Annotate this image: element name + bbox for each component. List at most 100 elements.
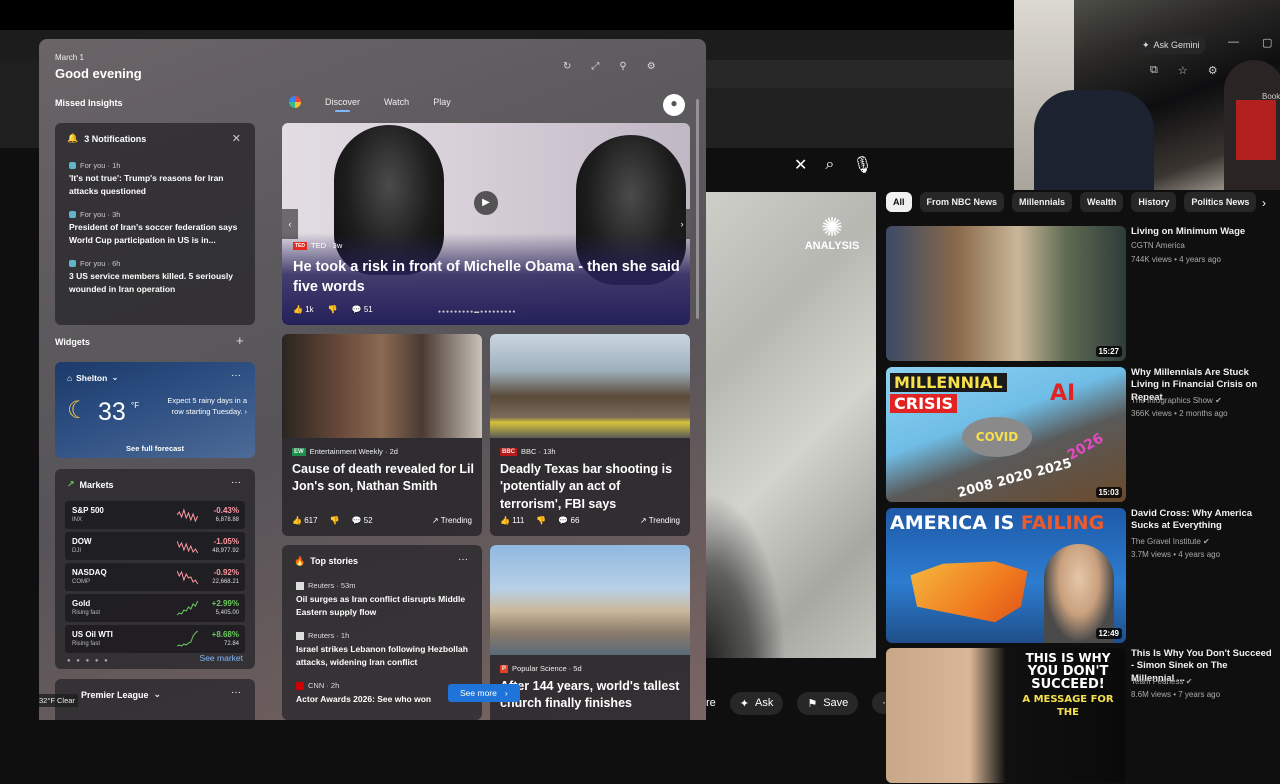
see-market-link[interactable]: See market <box>200 653 243 663</box>
comment-button[interactable]: 💬 51 <box>352 305 373 314</box>
recommended-video[interactable]: 15:27 Living on Minimum Wage CGTN Americ… <box>886 226 1280 362</box>
video-player[interactable]: ✺ ANALYSIS <box>706 192 876 658</box>
bookmark-star-icon[interactable]: ☆ <box>1178 64 1188 77</box>
like-button[interactable]: 👍 617 <box>292 516 318 525</box>
weather-widget[interactable]: ⌂ Shelton ⌄ ··· ☾ 33 °F Expect 5 rainy d… <box>55 362 255 458</box>
recommended-video[interactable]: MILLENNIAL CRISIS AI COVID 2026 2008 202… <box>886 367 1280 503</box>
play-icon[interactable]: ▶ <box>474 191 498 215</box>
market-row[interactable]: S&P 500 INX -0.43% 6,878.88 <box>65 501 245 529</box>
tab-play[interactable]: Play <box>433 97 451 107</box>
trending-icon: ↗ <box>431 516 439 525</box>
recommended-video[interactable]: AMERICA IS FAILING 12:49 David Cross: Wh… <box>886 508 1280 644</box>
top-story-item[interactable]: Reuters · 1h Israel strikes Lebanon foll… <box>296 631 476 669</box>
video-thumbnail[interactable]: THIS IS WHY YOU DON'T SUCCEED! A MESSAGE F… <box>886 648 1126 783</box>
tab-discover[interactable]: Discover <box>325 97 360 112</box>
hero-story-card[interactable]: ▶ ‹ › TED TED · 3w He took a risk in fron… <box>282 123 690 325</box>
notification-item[interactable]: For you · 1h 'It's not true': Trump's re… <box>69 161 247 198</box>
top-story-item[interactable]: Reuters · 53m Oil surges as Iran conflic… <box>296 581 476 619</box>
like-button[interactable]: 👍 111 <box>500 516 524 525</box>
premier-league-widget[interactable]: Premier League ⌄ ··· <box>55 679 255 720</box>
see-more-button[interactable]: See more › <box>448 684 520 702</box>
thumbnail-caption: CRISIS <box>890 394 958 413</box>
tab-watch[interactable]: Watch <box>384 97 409 107</box>
add-widget-icon[interactable]: + <box>236 333 244 348</box>
story-image <box>490 334 690 438</box>
ask-button[interactable]: ✦ Ask <box>729 691 784 715</box>
dislike-icon[interactable]: 👎 <box>328 305 338 314</box>
window-minimize-icon[interactable]: — <box>1228 36 1239 48</box>
scrollbar[interactable] <box>696 99 699 319</box>
like-button[interactable]: 👍 1k <box>293 305 314 314</box>
sparkline <box>177 508 199 523</box>
market-row[interactable]: Gold Rising fast +2.99% 5,405.00 <box>65 594 245 622</box>
market-name: US Oil WTI <box>72 630 113 639</box>
market-value: 22,668.21 <box>212 579 239 585</box>
market-row[interactable]: US Oil WTI Rising fast +8.68% 72.84 <box>65 625 245 653</box>
verified-icon: ✔ <box>1203 537 1210 546</box>
chevron-right-icon[interactable]: › <box>1262 196 1266 210</box>
premier-league-header[interactable]: Premier League ⌄ <box>81 689 161 700</box>
comment-button[interactable]: 💬 52 <box>352 516 373 525</box>
story-title[interactable]: Deadly Texas bar shooting is 'potentiall… <box>500 461 684 513</box>
chip-history[interactable]: History <box>1131 192 1177 212</box>
chip-millennials[interactable]: Millennials <box>1012 192 1073 212</box>
dislike-icon[interactable]: 👎 <box>330 516 340 525</box>
chip-politics-news[interactable]: Politics News <box>1184 192 1257 212</box>
channel-name[interactable]: Team Fearless ✔ <box>1131 677 1192 686</box>
chip-all[interactable]: All <box>886 192 912 212</box>
notification-item[interactable]: For you · 6h 3 US service members killed… <box>69 259 247 296</box>
extensions-icon[interactable]: ⚙ <box>1208 64 1218 77</box>
chip-wealth[interactable]: Wealth <box>1080 192 1124 212</box>
bookmarks-label[interactable]: Book <box>1262 92 1280 101</box>
channel-name[interactable]: The Gravel Institute ✔ <box>1131 537 1210 546</box>
recommended-video[interactable]: THIS IS WHY YOU DON'T SUCCEED! A MESSAGE F… <box>886 648 1280 784</box>
more-options-icon[interactable]: ··· <box>231 477 241 488</box>
comment-button[interactable]: 💬 66 <box>558 516 579 525</box>
taskbar-weather-status[interactable]: 32°F Clear <box>39 694 78 707</box>
news-card[interactable]: P Popular Science · 5d After 144 years, w… <box>490 545 690 720</box>
carousel-next-icon[interactable]: › <box>674 209 690 239</box>
dislike-icon[interactable]: 👎 <box>536 516 546 525</box>
video-thumbnail[interactable]: 15:27 <box>886 226 1126 361</box>
microphone-icon[interactable]: 🎙 <box>852 155 872 175</box>
expand-icon[interactable]: ⤢ <box>591 61 599 72</box>
story-title[interactable]: After 144 years, world's tallest church … <box>500 678 684 713</box>
more-options-icon[interactable]: ··· <box>231 370 241 381</box>
pin-icon[interactable]: ⚲ <box>619 61 626 72</box>
video-title[interactable]: David Cross: Why America Sucks at Everyt… <box>1131 508 1273 533</box>
notification-item[interactable]: For you · 3h President of Iran's soccer … <box>69 210 247 247</box>
search-icon[interactable]: ⌕ <box>825 156 834 174</box>
missed-insights-label: Missed Insights <box>55 98 123 108</box>
carousel-prev-icon[interactable]: ‹ <box>282 209 298 239</box>
market-row[interactable]: DOW DJI -1.05% 48,977.92 <box>65 532 245 560</box>
more-options-icon[interactable]: ··· <box>231 687 241 698</box>
refresh-icon[interactable]: ↻ <box>563 61 571 72</box>
news-card[interactable]: BBC BBC · 13h Deadly Texas bar shooting i… <box>490 334 690 536</box>
market-row[interactable]: NASDAQ COMP -0.92% 22,668.21 <box>65 563 245 591</box>
profile-avatar[interactable]: ● <box>663 94 685 116</box>
story-title[interactable]: He took a risk in front of Michelle Obam… <box>293 257 683 298</box>
clear-search-icon[interactable]: ✕ <box>794 155 807 175</box>
channel-name[interactable]: CGTN America <box>1131 241 1185 250</box>
chip-nbc-news[interactable]: From NBC News <box>919 192 1005 212</box>
install-icon[interactable]: ⧉ <box>1150 64 1158 77</box>
window-maximize-icon[interactable]: ▢ <box>1262 36 1272 49</box>
forecast-text[interactable]: Expect 5 rainy days in a row starting Tu… <box>161 396 247 417</box>
video-thumbnail[interactable]: AMERICA IS FAILING 12:49 <box>886 508 1126 643</box>
save-button[interactable]: ⚑ Save <box>797 691 859 715</box>
video-thumbnail[interactable]: MILLENNIAL CRISIS AI COVID 2026 2008 202… <box>886 367 1126 502</box>
story-title[interactable]: Cause of death revealed for Lil Jon's so… <box>292 461 476 496</box>
video-title[interactable]: Living on Minimum Wage <box>1131 226 1273 238</box>
see-full-forecast-link[interactable]: See full forecast <box>55 444 255 453</box>
weather-location[interactable]: ⌂ Shelton ⌄ <box>67 372 118 383</box>
settings-gear-icon[interactable]: ⚙ <box>647 61 656 72</box>
video-duration: 15:03 <box>1095 487 1122 498</box>
close-icon[interactable]: ✕ <box>232 132 241 145</box>
channel-name[interactable]: The Infographics Show ✔ <box>1131 396 1222 405</box>
more-options-icon[interactable]: ··· <box>458 554 468 565</box>
news-card[interactable]: EW Entertainment Weekly · 2d Cause of dea… <box>282 334 482 536</box>
thumbs-up-icon: 👍 <box>293 305 303 314</box>
ask-gemini-button[interactable]: ✦ Ask Gemini <box>1136 36 1206 54</box>
verified-icon: ✔ <box>1185 677 1193 686</box>
share-button[interactable]: re <box>706 697 716 709</box>
